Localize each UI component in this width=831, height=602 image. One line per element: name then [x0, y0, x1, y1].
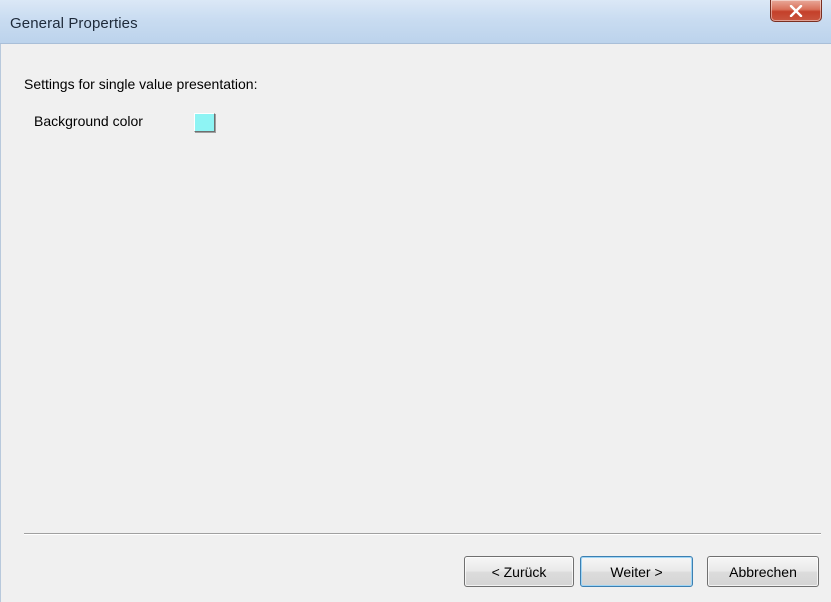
window-title: General Properties [10, 15, 138, 32]
close-button[interactable] [770, 0, 822, 22]
back-button[interactable]: < Zurück [464, 556, 574, 587]
next-button[interactable]: Weiter > [580, 556, 693, 587]
title-bar: General Properties [0, 0, 831, 44]
cancel-button[interactable]: Abbrechen [707, 556, 819, 587]
dialog-window: General Properties Settings for single v… [0, 0, 831, 602]
section-label: Settings for single value presentation: [24, 76, 258, 92]
footer-separator [24, 533, 821, 535]
close-icon [771, 0, 821, 21]
dialog-body: Settings for single value presentation: … [0, 44, 831, 602]
background-color-label: Background color [34, 113, 143, 129]
background-color-swatch[interactable] [194, 113, 215, 132]
